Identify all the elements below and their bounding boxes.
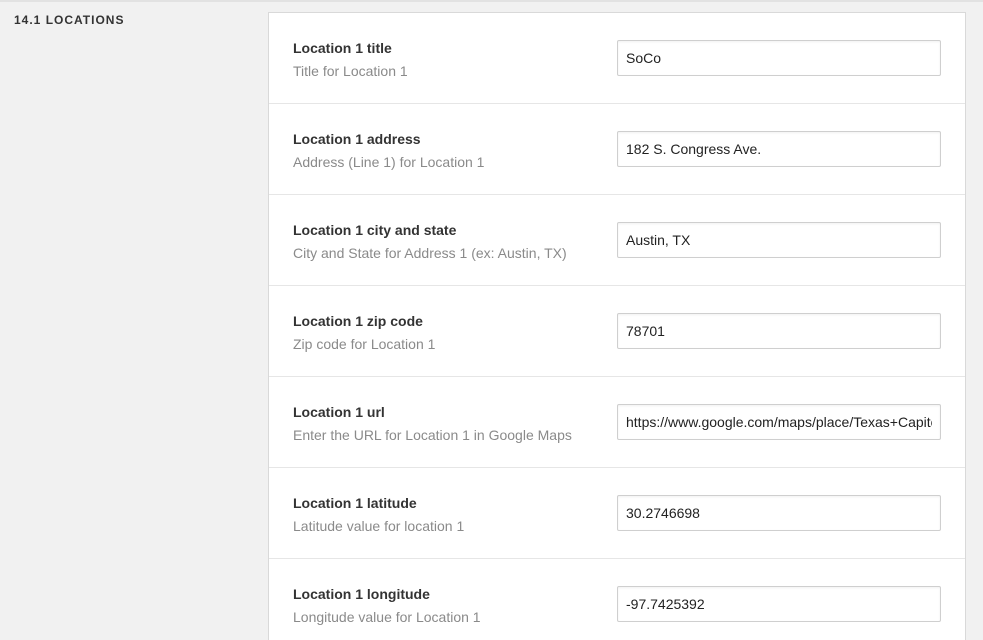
- field-description: Title for Location 1: [293, 63, 408, 79]
- field-row-latitude: Location 1 latitude Latitude value for l…: [269, 468, 965, 559]
- field-description: Zip code for Location 1: [293, 336, 436, 352]
- location-title-input[interactable]: [617, 40, 941, 76]
- field-label: Location 1 latitude: [293, 495, 417, 511]
- location-latitude-input[interactable]: [617, 495, 941, 531]
- field-row-zip: Location 1 zip code Zip code for Locatio…: [269, 286, 965, 377]
- location-url-input[interactable]: [617, 404, 941, 440]
- field-description: City and State for Address 1 (ex: Austin…: [293, 245, 567, 261]
- field-label: Location 1 city and state: [293, 222, 457, 238]
- locations-panel: Location 1 title Title for Location 1 Lo…: [268, 12, 966, 640]
- field-label: Location 1 zip code: [293, 313, 423, 329]
- field-row-url: Location 1 url Enter the URL for Locatio…: [269, 377, 965, 468]
- location-city-state-input[interactable]: [617, 222, 941, 258]
- field-label: Location 1 longitude: [293, 586, 430, 602]
- field-description: Latitude value for location 1: [293, 518, 465, 534]
- field-row-longitude: Location 1 longitude Longitude value for…: [269, 559, 965, 640]
- field-description: Address (Line 1) for Location 1: [293, 154, 485, 170]
- top-divider: [0, 0, 983, 2]
- field-row-city-state: Location 1 city and state City and State…: [269, 195, 965, 286]
- field-label: Location 1 address: [293, 131, 421, 147]
- section-title: 14.1 LOCATIONS: [14, 13, 125, 27]
- location-address-input[interactable]: [617, 131, 941, 167]
- location-longitude-input[interactable]: [617, 586, 941, 622]
- field-row-address: Location 1 address Address (Line 1) for …: [269, 104, 965, 195]
- location-zip-input[interactable]: [617, 313, 941, 349]
- field-row-title: Location 1 title Title for Location 1: [269, 13, 965, 104]
- settings-page: 14.1 LOCATIONS Location 1 title Title fo…: [0, 0, 983, 640]
- field-label: Location 1 url: [293, 404, 385, 420]
- field-description: Enter the URL for Location 1 in Google M…: [293, 427, 572, 443]
- field-label: Location 1 title: [293, 40, 392, 56]
- field-description: Longitude value for Location 1: [293, 609, 481, 625]
